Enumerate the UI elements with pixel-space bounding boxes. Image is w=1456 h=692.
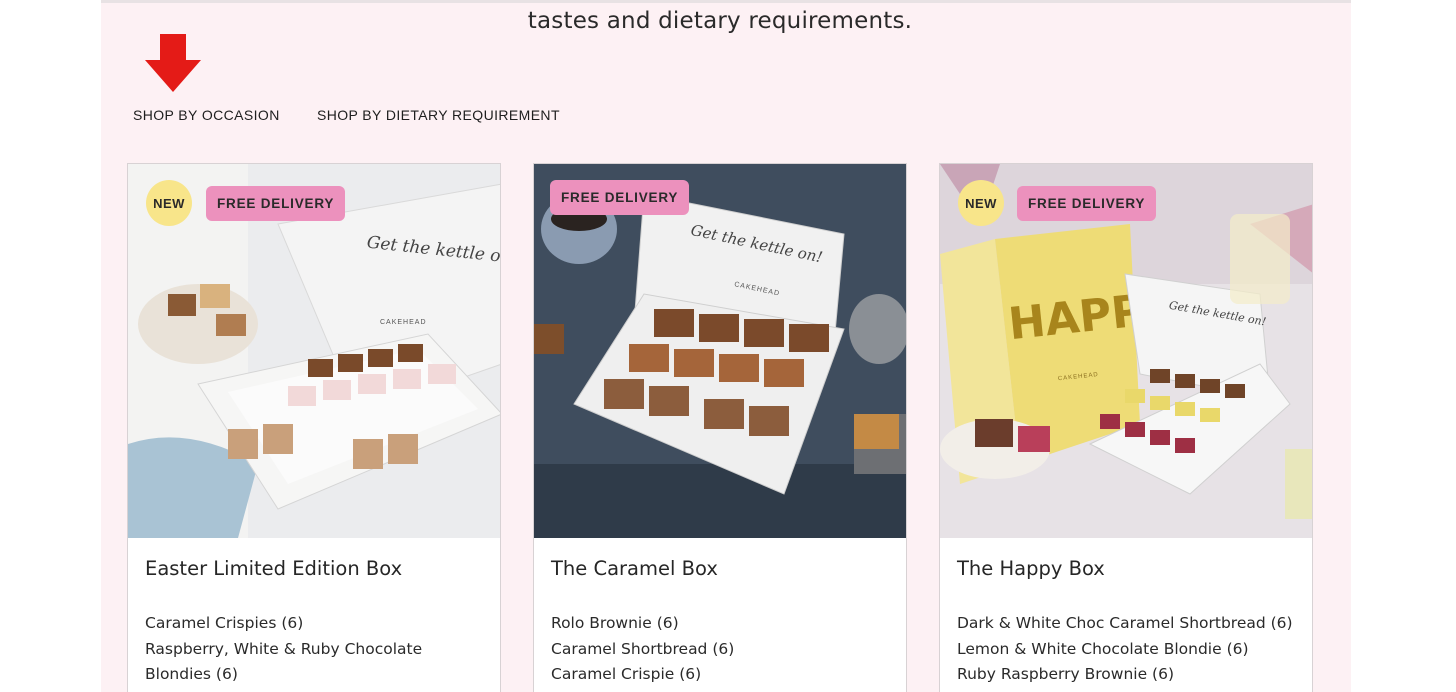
svg-text:CAKEHEAD: CAKEHEAD: [380, 319, 427, 326]
product-content-item: Caramel Crispies (6): [145, 614, 304, 632]
product-content-item: Rolo Brownie (6): [551, 614, 679, 632]
product-card-easter[interactable]: Get the kettle on! CAKEHEAD NEW FREE DEL…: [127, 163, 501, 692]
tab-shop-by-dietary-requirement[interactable]: SHOP BY DIETARY REQUIREMENT: [317, 107, 560, 123]
page-section: tastes and dietary requirements. SHOP BY…: [101, 0, 1351, 692]
free-delivery-badge: FREE DELIVERY: [550, 180, 690, 215]
product-title[interactable]: The Caramel Box: [551, 557, 718, 580]
product-content-item: Lemon & White Chocolate Blondie (6): [957, 639, 1249, 658]
section-tagline: tastes and dietary requirements.: [527, 8, 913, 34]
new-badge: NEW: [146, 180, 192, 226]
down-arrow-icon: [145, 34, 201, 92]
free-delivery-badge: FREE DELIVERY: [1017, 186, 1157, 221]
product-contents: Dark & White Choc Caramel Shortbread (6)…: [957, 611, 1297, 688]
product-card-caramel[interactable]: Get the kettle on! CAKEHEAD FREE DELIVER…: [533, 163, 907, 692]
header-divider: [101, 0, 1351, 3]
product-image[interactable]: Get the kettle on! CAKEHEAD: [534, 164, 907, 538]
product-contents: Rolo Brownie (6) Caramel Shortbread (6) …: [551, 611, 891, 688]
product-content-item: Raspberry, White & Ruby Chocolate Blondi…: [145, 639, 423, 684]
product-content-item: Dark & White Choc Caramel Shortbread (6): [957, 614, 1293, 632]
free-delivery-badge: FREE DELIVERY: [206, 186, 346, 221]
product-card-happy[interactable]: HAPPY CAKEHEAD Get the kettle on! NEW FR…: [939, 163, 1313, 692]
product-content-item: Caramel Crispie (6): [551, 665, 702, 683]
product-content-item: Ruby Raspberry Brownie (6): [957, 665, 1174, 683]
product-content-item: Caramel Shortbread (6): [551, 639, 735, 658]
new-badge: NEW: [958, 180, 1004, 226]
product-title[interactable]: The Happy Box: [957, 557, 1105, 580]
product-title[interactable]: Easter Limited Edition Box: [145, 557, 402, 580]
product-contents: Caramel Crispies (6) Raspberry, White & …: [145, 611, 485, 688]
tab-shop-by-occasion[interactable]: SHOP BY OCCASION: [133, 107, 280, 123]
